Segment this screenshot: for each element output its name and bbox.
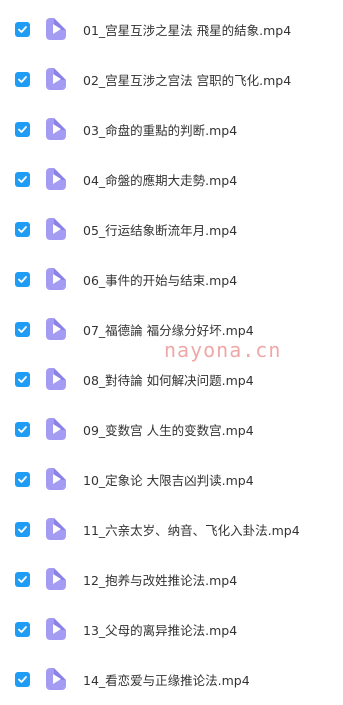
video-file-icon xyxy=(46,618,66,640)
checkmark-icon xyxy=(18,625,27,633)
video-file-icon xyxy=(46,168,66,190)
video-file-icon xyxy=(46,668,66,690)
file-name[interactable]: 06_事件的开始与结束.mp4 xyxy=(83,270,237,289)
file-row[interactable]: 05_行运结象断流年月.mp4 xyxy=(0,204,343,254)
file-row[interactable]: 14_看恋爱与正缘推论法.mp4 xyxy=(0,654,343,704)
checkmark-icon xyxy=(18,75,27,83)
video-file-icon xyxy=(46,118,66,140)
file-checkbox[interactable] xyxy=(15,321,30,337)
video-file-icon xyxy=(46,518,66,540)
file-name[interactable]: 10_定象论 大限吉凶判读.mp4 xyxy=(83,470,254,489)
file-row[interactable]: 06_事件的开始与结束.mp4 xyxy=(0,254,343,304)
file-checkbox[interactable] xyxy=(15,121,30,137)
file-row[interactable]: 04_命盤的應期大走勢.mp4 xyxy=(0,154,343,204)
file-row[interactable]: 12_抱养与改姓推论法.mp4 xyxy=(0,554,343,604)
video-file-icon xyxy=(46,368,66,390)
file-row[interactable]: 02_宫星互涉之宫法 宫职的飞化.mp4 xyxy=(0,54,343,104)
video-file-icon xyxy=(46,468,66,490)
file-name[interactable]: 01_宫星互涉之星法 飛星的結象.mp4 xyxy=(83,20,291,39)
checkmark-icon xyxy=(18,475,27,483)
file-row[interactable]: 10_定象论 大限吉凶判读.mp4 xyxy=(0,454,343,504)
file-checkbox[interactable] xyxy=(15,271,30,287)
file-checkbox[interactable] xyxy=(15,171,30,187)
file-name[interactable]: 12_抱养与改姓推论法.mp4 xyxy=(83,570,237,589)
checkmark-icon xyxy=(18,525,27,533)
video-file-icon xyxy=(46,218,66,240)
checkmark-icon xyxy=(18,675,27,683)
video-file-icon xyxy=(46,18,66,40)
file-list: 01_宫星互涉之星法 飛星的結象.mp4 02_宫星互涉之宫法 宫职的飞化.mp4… xyxy=(0,4,343,704)
checkmark-icon xyxy=(18,575,27,583)
file-checkbox[interactable] xyxy=(15,571,30,587)
file-name[interactable]: 05_行运结象断流年月.mp4 xyxy=(83,220,237,239)
video-file-icon xyxy=(46,568,66,590)
file-row[interactable]: 08_對待論 如何解决问题.mp4 xyxy=(0,354,343,404)
file-name[interactable]: 03_命盘的重點的判断.mp4 xyxy=(83,120,237,139)
checkmark-icon xyxy=(18,125,27,133)
file-checkbox[interactable] xyxy=(15,21,30,37)
file-checkbox[interactable] xyxy=(15,421,30,437)
file-row[interactable]: 11_六亲太岁、纳音、飞化入卦法.mp4 xyxy=(0,504,343,554)
file-checkbox[interactable] xyxy=(15,671,30,687)
file-checkbox[interactable] xyxy=(15,471,30,487)
file-row[interactable]: 03_命盘的重點的判断.mp4 xyxy=(0,104,343,154)
file-name[interactable]: 11_六亲太岁、纳音、飞化入卦法.mp4 xyxy=(83,520,300,539)
checkmark-icon xyxy=(18,275,27,283)
file-checkbox[interactable] xyxy=(15,371,30,387)
file-name[interactable]: 14_看恋爱与正缘推论法.mp4 xyxy=(83,670,250,689)
file-name[interactable]: 08_對待論 如何解决问题.mp4 xyxy=(83,370,254,389)
file-checkbox[interactable] xyxy=(15,521,30,537)
checkmark-icon xyxy=(18,425,27,433)
video-file-icon xyxy=(46,68,66,90)
video-file-icon xyxy=(46,318,66,340)
video-file-icon xyxy=(46,268,66,290)
file-row[interactable]: 01_宫星互涉之星法 飛星的結象.mp4 xyxy=(0,4,343,54)
checkmark-icon xyxy=(18,225,27,233)
checkmark-icon xyxy=(18,175,27,183)
file-name[interactable]: 09_变数宫 人生的变数宫.mp4 xyxy=(83,420,254,439)
file-name[interactable]: 02_宫星互涉之宫法 宫职的飞化.mp4 xyxy=(83,70,291,89)
file-row[interactable]: 07_福德論 福分缘分好坏.mp4 xyxy=(0,304,343,354)
checkmark-icon xyxy=(18,325,27,333)
file-checkbox[interactable] xyxy=(15,621,30,637)
checkmark-icon xyxy=(18,25,27,33)
file-row[interactable]: 13_父母的离异推论法.mp4 xyxy=(0,604,343,654)
file-row[interactable]: 09_变数宫 人生的变数宫.mp4 xyxy=(0,404,343,454)
video-file-icon xyxy=(46,418,66,440)
file-name[interactable]: 04_命盤的應期大走勢.mp4 xyxy=(83,170,237,189)
file-name[interactable]: 07_福德論 福分缘分好坏.mp4 xyxy=(83,320,254,339)
checkmark-icon xyxy=(18,375,27,383)
file-name[interactable]: 13_父母的离异推论法.mp4 xyxy=(83,620,237,639)
file-checkbox[interactable] xyxy=(15,221,30,237)
file-checkbox[interactable] xyxy=(15,71,30,87)
